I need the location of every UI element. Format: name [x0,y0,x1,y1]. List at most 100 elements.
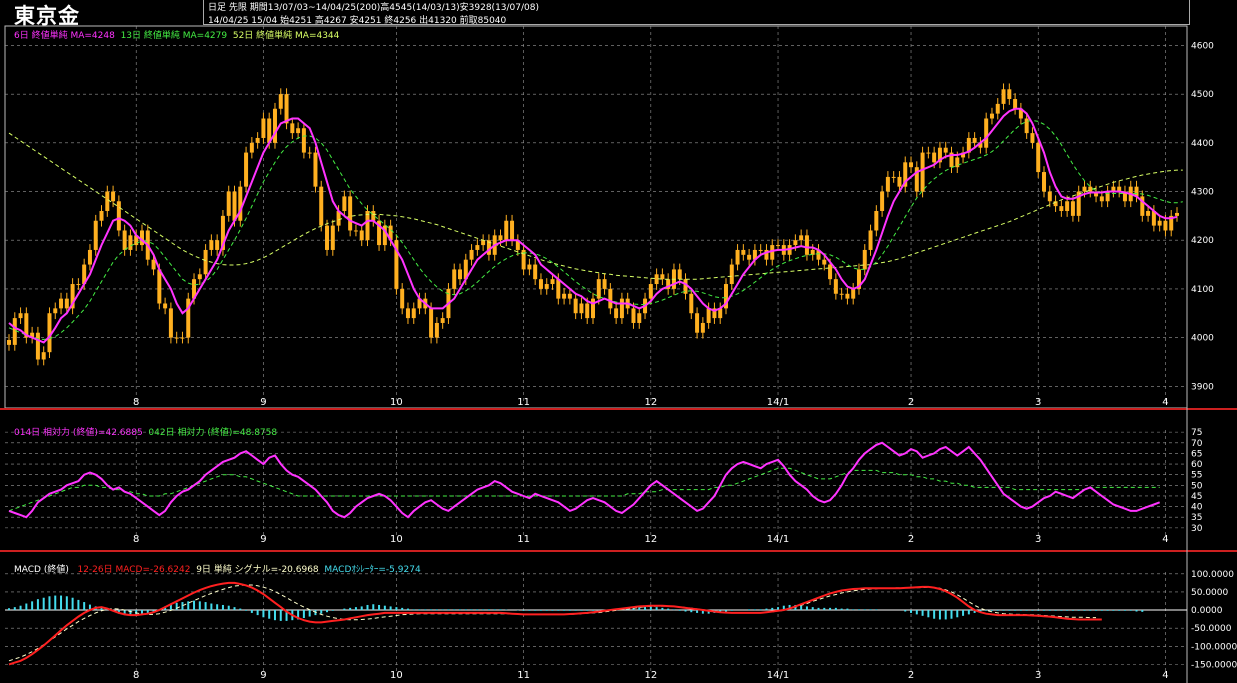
candle-body [353,230,358,232]
rsi-tick-label: 30 [1191,524,1203,534]
candle-body [926,152,931,154]
x-tick-label: 3 [1035,670,1041,681]
candle-body [573,298,578,314]
candle-body [845,293,850,299]
candle-body [475,245,480,250]
candle-body [828,264,833,280]
x-tick-label: 2 [908,397,914,408]
candle-body [405,308,410,319]
candle-body [41,352,46,360]
candle-body [1070,201,1075,216]
x-tick-label: 11 [517,397,530,408]
candle-body [874,211,879,231]
chart-canvas: 4600 4500 4400 4300 4200 4100 4000 3900 75706560… [0,25,1237,683]
candle-body [972,137,977,143]
candle-body [619,298,624,319]
candle-body [290,123,295,134]
candle-body [984,118,989,148]
candle-body [215,240,220,250]
candle-body [897,176,902,187]
candle-body [631,308,636,323]
candle-body [197,274,202,280]
candle-body [411,308,416,319]
candle-body [342,196,347,211]
candle-body [105,191,110,211]
candle-body [1099,196,1104,202]
candle-body [452,269,457,289]
candle-body [868,230,873,250]
candle-body [371,211,376,221]
candle-body [226,191,231,216]
candle-body [1013,99,1018,109]
candle-body [851,288,856,299]
candle-body [157,269,162,304]
candle-body [122,230,127,250]
candle-body [111,191,116,202]
candle-body [1047,191,1052,202]
price-frame [4,25,1188,409]
candle-body [695,313,700,333]
candle-body [862,249,867,270]
x-tick-label: 3 [1035,397,1041,408]
candle-body [885,176,890,192]
price-tick-label: 4600 [1191,41,1214,51]
x-tick-label: 8 [133,670,139,681]
candle-body [880,191,885,211]
candle-body [920,152,925,192]
rsi-tick-label: 55 [1191,471,1202,481]
candle-body [296,128,301,134]
candle-body [510,220,515,241]
candle-body [839,293,844,295]
macd-tick-label: 100.0000 [1191,570,1234,580]
candle-body [822,259,827,265]
rsi-tick-label: 60 [1191,460,1203,470]
macd-tick-label: 50.0000 [1191,588,1228,598]
candle-body [429,308,434,338]
x-tick-label: 10 [390,397,403,408]
candle-body [955,157,960,168]
candle-body [677,269,682,280]
candle-body [1146,211,1151,216]
candle-body [498,235,503,241]
x-tick-label: 4 [1162,670,1168,681]
price-tick-label: 4400 [1191,139,1214,149]
candle-body [53,308,58,314]
candle-body [272,108,277,143]
candle-body [76,284,81,286]
candle-body [203,249,208,275]
candle-body [1157,220,1162,226]
candle-body [648,284,653,299]
candle-body [93,220,98,250]
candle-body [527,264,532,270]
ma52-line [8,132,1183,280]
candle-body [932,152,937,163]
rsi-tick-label: 45 [1191,492,1202,502]
macd-tick-label: -150.0000 [1191,660,1237,670]
candle-body [758,249,763,251]
candle-body [232,191,237,221]
x-tick-label: 10 [390,534,403,545]
candle-body [12,318,17,345]
rsi-tick-label: 70 [1191,439,1203,449]
x-tick-label: 14/1 [767,534,789,545]
candle-body [891,176,896,178]
candle-body [99,211,104,221]
candle-body [1042,172,1047,192]
candle-body [1001,89,1006,104]
candle-body [989,113,994,119]
candle-body [1163,220,1168,231]
candle-body [319,186,324,226]
candle-body [180,337,185,339]
candle-body [440,318,445,323]
candle-body [833,279,838,294]
candle-body [87,249,92,265]
x-tick-label: 12 [644,397,657,408]
candle-body [608,288,613,309]
rsi-tick-label: 35 [1191,513,1202,523]
candle-body [116,201,121,231]
ma13-line [8,119,1183,341]
rsi-tick-label: 40 [1191,503,1203,513]
price-tick-label: 4000 [1191,334,1214,344]
candle-body [544,284,549,289]
price-tick-label: 3900 [1191,382,1214,392]
